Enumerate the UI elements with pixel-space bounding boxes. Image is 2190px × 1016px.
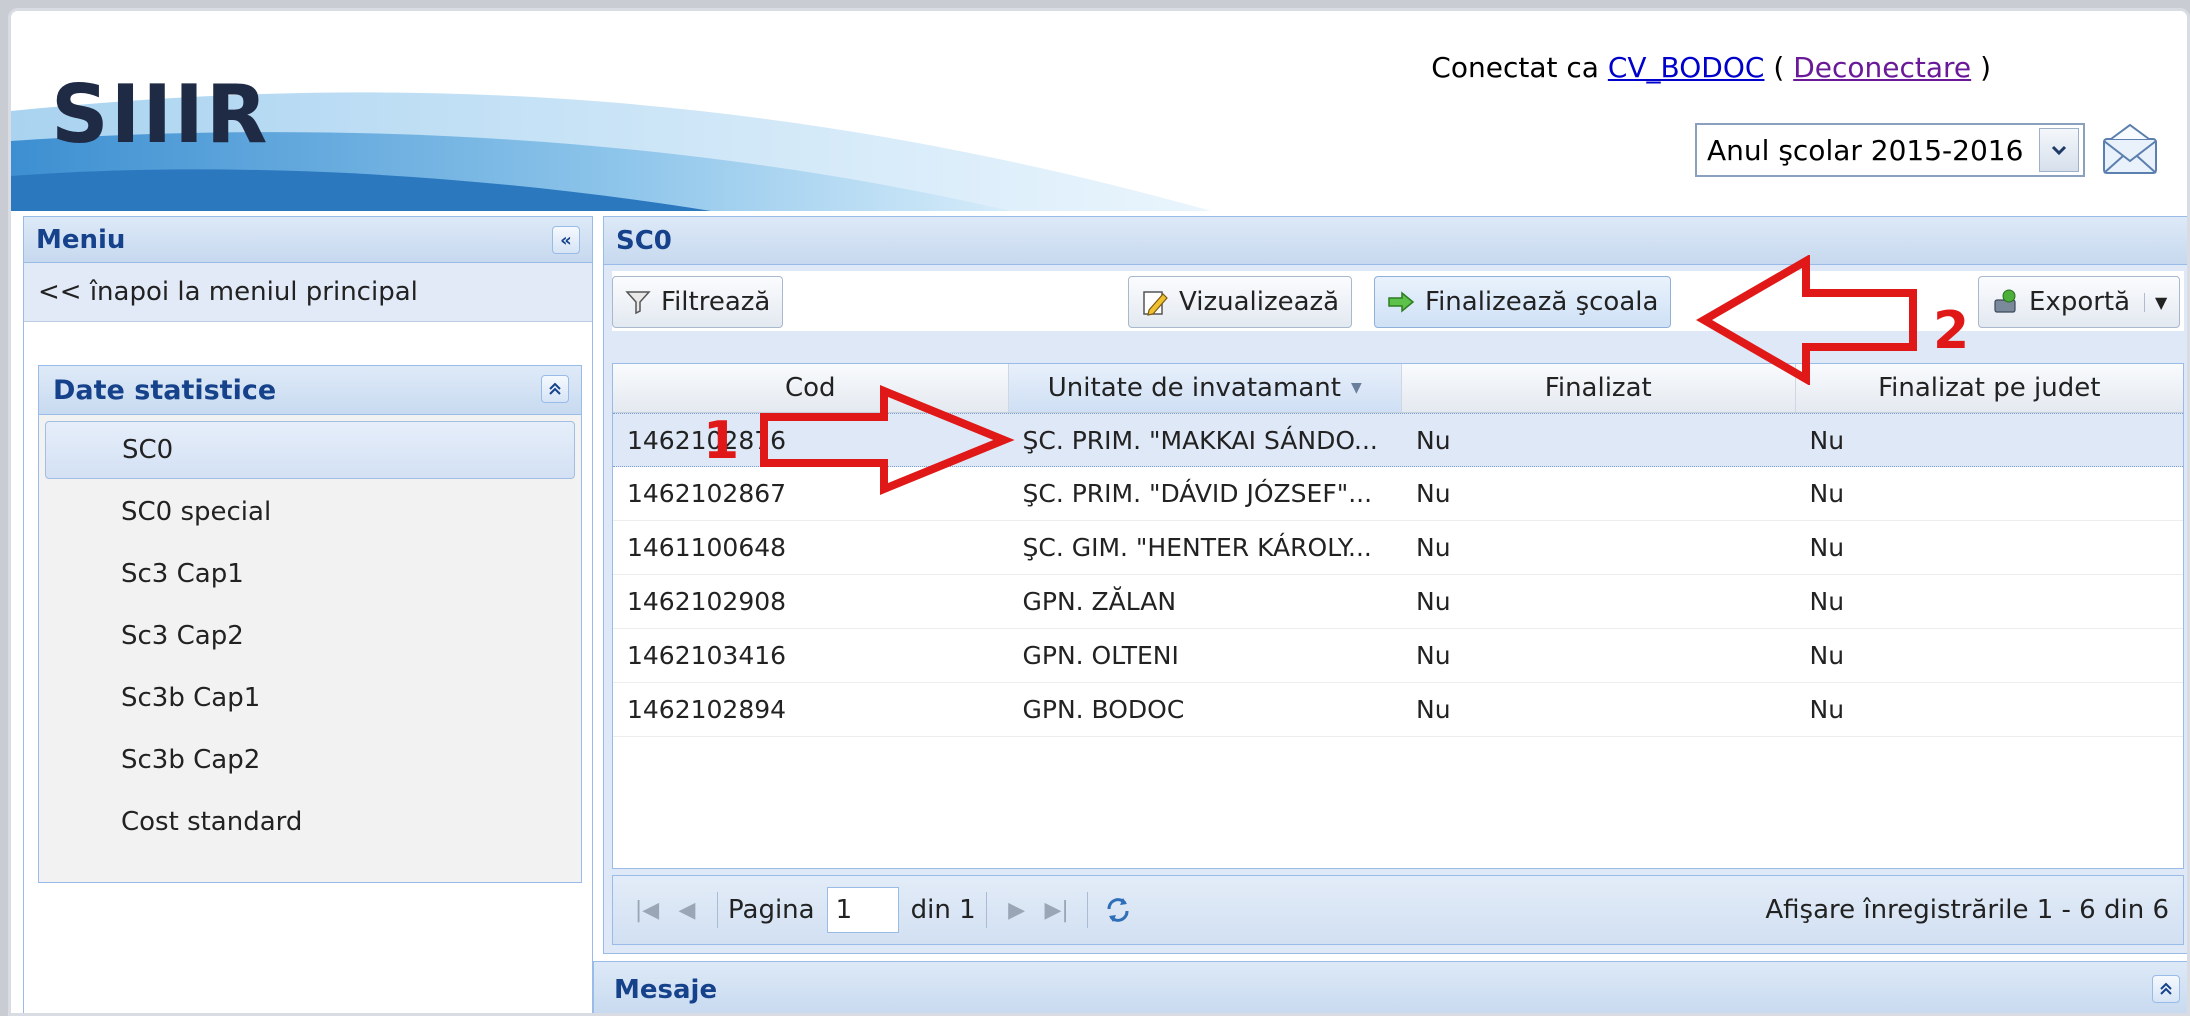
- pager-separator: [717, 892, 718, 928]
- prev-page-icon[interactable]: ◀: [667, 890, 707, 930]
- expand-up-icon[interactable]: [2152, 975, 2180, 1003]
- main-panel-header: SC0: [604, 217, 2187, 265]
- cell-cod: 1462102908: [627, 587, 787, 616]
- annotation-arrow-1: [760, 385, 1015, 495]
- page-count-label: din 1: [910, 895, 976, 925]
- records-info: Afişare înregistrările 1 - 6 din 6: [1765, 895, 2169, 925]
- sidebar-item-sc3b-cap2[interactable]: Sc3b Cap2: [39, 729, 581, 791]
- view-button[interactable]: Vizualizează: [1128, 276, 1353, 328]
- sidebar-item-sc3-cap2[interactable]: Sc3 Cap2: [39, 605, 581, 667]
- annotation-marker-1: 1: [703, 411, 740, 471]
- refresh-icon[interactable]: [1098, 890, 1138, 930]
- cell-unitate: ŞC. GIM. "HENTER KÁROLY...: [1022, 533, 1372, 562]
- annotation-marker-2: 2: [1933, 301, 1970, 361]
- sidebar-header: Meniu «: [24, 217, 592, 263]
- column-header-unitate-label: Unitate de invatamant: [1047, 373, 1341, 403]
- sidebar-item-sc3b-cap1[interactable]: Sc3b Cap1: [39, 667, 581, 729]
- cell-cod: 1461100648: [627, 533, 787, 562]
- date-statistice-panel: Date statistice SC0 SC0 special Sc3 Cap1…: [38, 365, 582, 883]
- chevron-down-icon[interactable]: [2039, 128, 2079, 172]
- column-header-unitate[interactable]: Unitate de invatamant ▼: [1008, 364, 1402, 412]
- page-label: Pagina: [728, 895, 815, 925]
- finalize-school-label: Finalizează şcoala: [1425, 287, 1659, 317]
- cell-finalizat-judet: Nu: [1809, 695, 1845, 724]
- sidebar-item-sc0-special[interactable]: SC0 special: [39, 481, 581, 543]
- cell-unitate: GPN. ZĂLAN: [1022, 587, 1177, 616]
- header: SIIIR Conectat ca CV_BODOC ( Deconectare…: [11, 11, 2187, 211]
- school-year-select[interactable]: Anul şcolar 2015-2016: [1695, 123, 2085, 177]
- cell-finalizat-judet: Nu: [1809, 479, 1845, 508]
- funnel-icon: [625, 289, 651, 315]
- export-button[interactable]: Exportă ▼: [1978, 276, 2181, 328]
- sidebar-item-cost-standard[interactable]: Cost standard: [39, 791, 581, 853]
- cell-finalizat: Nu: [1416, 533, 1451, 562]
- filter-button[interactable]: Filtrează: [612, 276, 784, 328]
- date-statistice-header[interactable]: Date statistice: [39, 366, 581, 415]
- main-panel-title: SC0: [616, 225, 672, 256]
- paging-toolbar: |◀ ◀ Pagina 1 din 1 ▶ ▶| Afişare înregis…: [612, 875, 2184, 945]
- date-statistice-title: Date statistice: [53, 374, 277, 406]
- annotation-arrow-2: [1696, 255, 1917, 385]
- cell-finalizat: Nu: [1416, 641, 1451, 670]
- finalize-school-button[interactable]: Finalizează şcoala: [1374, 276, 1672, 328]
- sidebar: Meniu « << înapoi la meniul principal Da…: [23, 216, 593, 1013]
- edit-document-icon: [1141, 288, 1169, 316]
- logout-link[interactable]: Deconectare: [1793, 51, 1971, 84]
- table-row[interactable]: 1461100648 ŞC. GIM. "HENTER KÁROLY... Nu…: [613, 521, 2183, 575]
- sidebar-item-sc0[interactable]: SC0: [45, 421, 575, 479]
- cell-cod: 1462102894: [627, 695, 787, 724]
- app-frame: SIIIR Conectat ca CV_BODOC ( Deconectare…: [8, 8, 2190, 1016]
- cell-unitate: GPN. OLTENI: [1022, 641, 1179, 670]
- cell-finalizat: Nu: [1416, 695, 1451, 724]
- table-row[interactable]: 1462102894 GPN. BODOC Nu Nu: [613, 683, 2183, 737]
- export-label: Exportă: [2029, 287, 2131, 317]
- next-page-icon[interactable]: ▶: [997, 890, 1037, 930]
- export-dropdown-icon[interactable]: ▼: [2144, 292, 2167, 312]
- app-logo: SIIIR: [51, 68, 270, 161]
- arrow-right-icon: [1387, 291, 1415, 313]
- table-row[interactable]: 1462103416 GPN. OLTENI Nu Nu: [613, 629, 2183, 683]
- pager-separator: [985, 892, 987, 928]
- cell-finalizat-judet: Nu: [1809, 641, 1845, 670]
- cell-cod: 1462103416: [627, 641, 787, 670]
- messages-panel[interactable]: Mesaje: [593, 961, 2187, 1013]
- pager-separator: [1086, 892, 1088, 928]
- connected-label: Conectat ca: [1431, 51, 1599, 84]
- filter-label: Filtrează: [661, 287, 771, 317]
- page-number-input[interactable]: 1: [826, 887, 899, 933]
- mail-icon[interactable]: [2101, 121, 2159, 179]
- cell-finalizat-judet: Nu: [1809, 587, 1845, 616]
- connection-status: Conectat ca CV_BODOC ( Deconectare ): [1431, 51, 1991, 84]
- paren-open: (: [1773, 51, 1785, 84]
- school-year-value: Anul şcolar 2015-2016: [1707, 133, 2024, 167]
- cell-finalizat-judet: Nu: [1809, 425, 1845, 455]
- sort-desc-icon: ▼: [1350, 380, 1362, 396]
- export-icon: [1991, 288, 2019, 316]
- user-link[interactable]: CV_BODOC: [1608, 51, 1765, 84]
- cell-finalizat: Nu: [1416, 479, 1451, 508]
- cell-finalizat: Nu: [1416, 587, 1451, 616]
- collapse-up-icon[interactable]: [541, 375, 569, 403]
- sidebar-title: Meniu: [36, 224, 126, 255]
- cell-unitate: ŞC. PRIM. "DÁVID JÓZSEF"...: [1022, 479, 1373, 508]
- first-page-icon[interactable]: |◀: [627, 890, 667, 930]
- messages-title: Mesaje: [614, 975, 718, 1005]
- cell-unitate: GPN. BODOC: [1022, 695, 1185, 724]
- sidebar-item-sc3-cap1[interactable]: Sc3 Cap1: [39, 543, 581, 605]
- last-page-icon[interactable]: ▶|: [1037, 890, 1077, 930]
- view-label: Vizualizează: [1179, 287, 1340, 317]
- paren-close: ): [1980, 51, 1991, 84]
- cell-unitate: ŞC. PRIM. "MAKKAI SÁNDO...: [1022, 425, 1378, 455]
- cell-finalizat-judet: Nu: [1809, 533, 1845, 562]
- back-to-main-menu-link[interactable]: << înapoi la meniul principal: [24, 263, 592, 322]
- table-row[interactable]: 1462102908 GPN. ZĂLAN Nu Nu: [613, 575, 2183, 629]
- cell-finalizat: Nu: [1416, 425, 1451, 455]
- collapse-left-icon[interactable]: «: [552, 226, 580, 254]
